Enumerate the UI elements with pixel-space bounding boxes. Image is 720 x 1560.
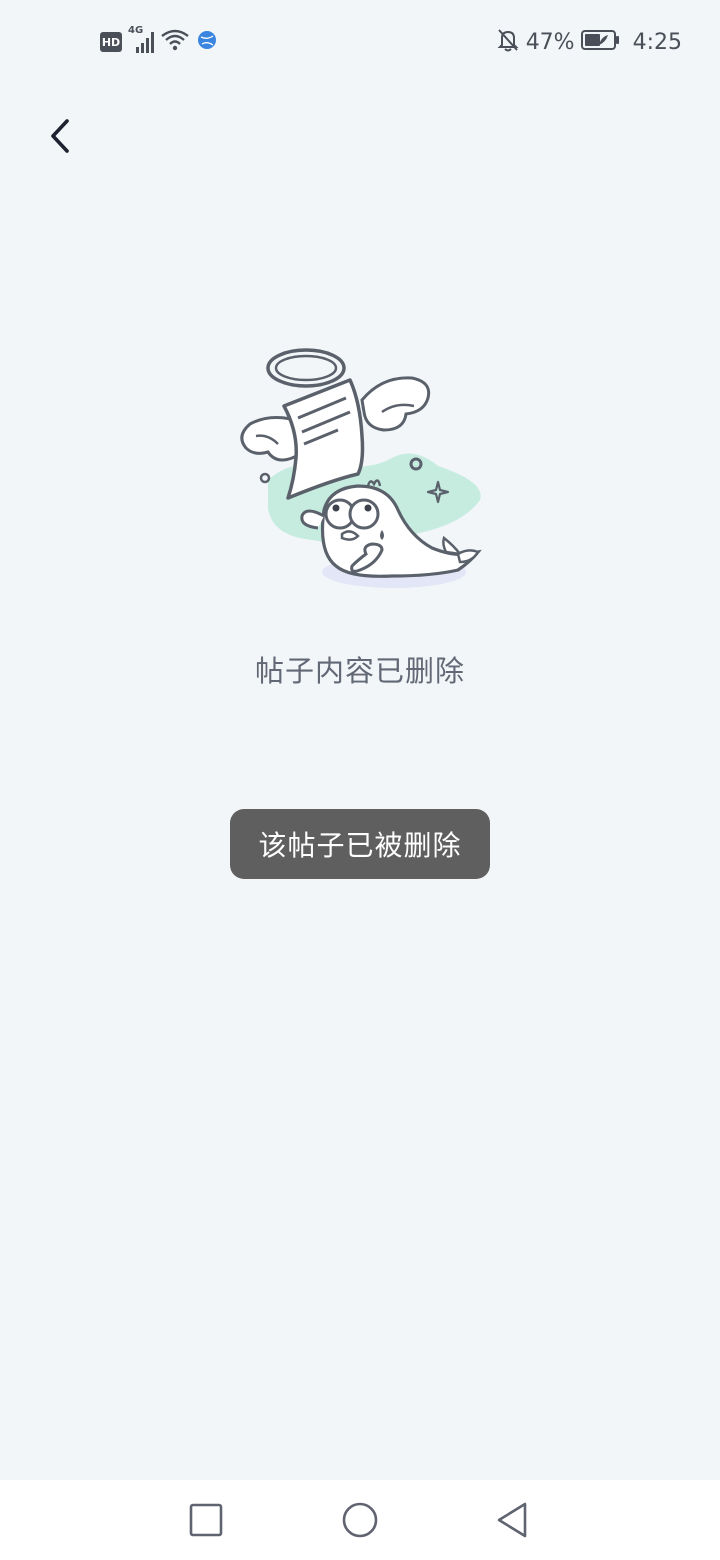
- status-bar: HD 4G 47% 4:25: [0, 0, 720, 84]
- toast-message: 该帖子已被删除: [230, 809, 490, 879]
- wifi-icon: [160, 28, 190, 56]
- triangle-back-icon: [497, 1502, 527, 1538]
- nav-back-button[interactable]: [488, 1498, 536, 1542]
- mute-bell-icon: [496, 27, 520, 57]
- status-left-group: HD 4G: [100, 25, 218, 56]
- hd-icon: HD: [100, 32, 122, 52]
- globe-icon: [196, 29, 218, 55]
- system-nav-bar: [0, 1480, 720, 1560]
- circle-home-icon: [342, 1502, 378, 1538]
- clock-time: 4:25: [632, 29, 682, 55]
- battery-percent: 47%: [525, 29, 575, 55]
- battery-icon: [580, 29, 621, 55]
- back-button[interactable]: [34, 110, 86, 162]
- recents-button[interactable]: [182, 1498, 230, 1542]
- signal-4g-icon: 4G: [128, 25, 154, 55]
- empty-state-message: 帖子内容已删除: [254, 654, 465, 688]
- home-button[interactable]: [336, 1498, 384, 1542]
- deleted-post-illustration: [232, 340, 488, 596]
- chevron-left-icon: [51, 119, 69, 153]
- square-recents-icon: [189, 1503, 223, 1537]
- status-right-group: 47% 4:25: [496, 26, 682, 58]
